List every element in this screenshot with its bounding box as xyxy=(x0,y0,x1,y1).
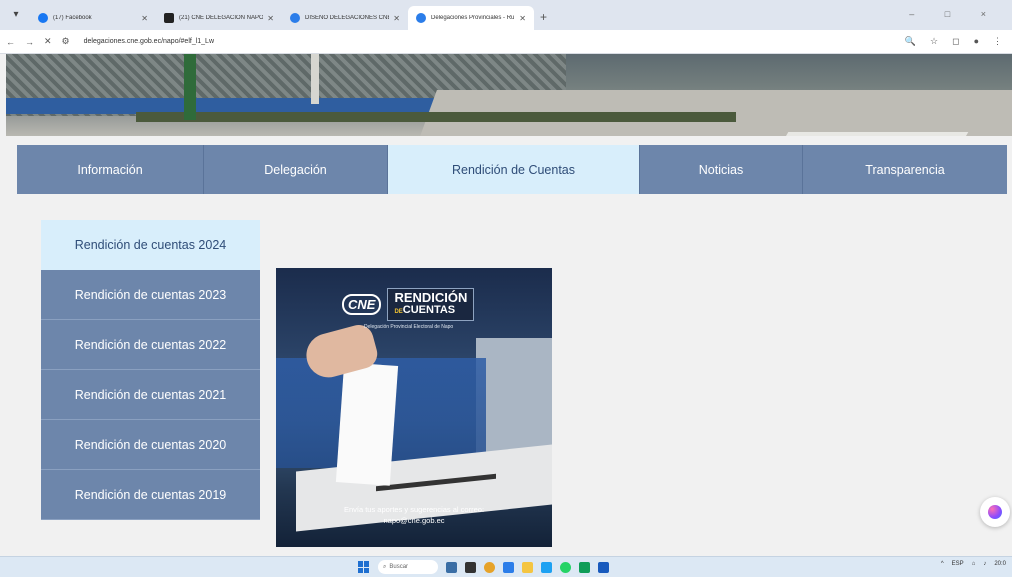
clock[interactable]: 20:0 xyxy=(994,561,1006,567)
nav-item-rendicion-de-cuentas[interactable]: Rendición de Cuentas xyxy=(388,145,640,194)
back-icon[interactable]: ← xyxy=(6,37,15,47)
windows-start-icon[interactable] xyxy=(358,561,370,573)
site-icon xyxy=(416,13,426,23)
profile-icon[interactable]: ● xyxy=(974,36,979,47)
stop-icon[interactable]: ✕ xyxy=(44,36,52,47)
new-tab-button[interactable]: + xyxy=(540,10,547,24)
chevron-up-icon[interactable]: ^ xyxy=(941,561,944,567)
site-info-icon[interactable]: ⚙ xyxy=(62,36,70,47)
tab-menu-icon[interactable]: ▾ xyxy=(8,7,24,23)
extensions-icon[interactable]: ◻ xyxy=(952,36,959,47)
close-icon[interactable]: ✕ xyxy=(519,14,526,23)
main-nav: Información Delegación Rendición de Cuen… xyxy=(17,145,1007,194)
window-controls[interactable]: – □ × xyxy=(909,9,1000,19)
network-icon[interactable]: ⌂ xyxy=(972,561,976,567)
tab-label: Delegaciones Provinciales - Ru xyxy=(431,15,515,21)
hero-banner-image xyxy=(6,54,1012,136)
browser-tab-active[interactable]: Delegaciones Provinciales - Ru ✕ xyxy=(408,6,534,30)
ballot-paper xyxy=(335,362,399,486)
nav-item-delegacion[interactable]: Delegación xyxy=(204,145,388,194)
tab-label: (21) CNE DELEGACION NAPO - xyxy=(179,15,264,21)
taskbar-search-placeholder: Buscar xyxy=(389,564,409,570)
sidebar-item-2024[interactable]: Rendición de cuentas 2024 xyxy=(41,220,260,270)
close-icon[interactable]: ✕ xyxy=(393,14,400,23)
taskbar-search[interactable]: ⌕ Buscar xyxy=(378,560,438,574)
sidebar: Rendición de cuentas 2024 Rendición de c… xyxy=(41,220,260,520)
sidebar-item-2022[interactable]: Rendición de cuentas 2022 xyxy=(41,320,260,370)
sidebar-item-2023[interactable]: Rendición de cuentas 2023 xyxy=(41,270,260,320)
close-icon[interactable]: ✕ xyxy=(267,14,274,23)
poster-logo: CNE RENDICIÓN DECUENTAS xyxy=(342,288,475,321)
app-icon[interactable] xyxy=(579,561,590,573)
whatsapp-icon[interactable] xyxy=(560,561,571,573)
tab-label: DISEÑO DELEGACIONES CNE xyxy=(305,15,390,21)
rendicion-badge: RENDICIÓN DECUENTAS xyxy=(387,288,475,321)
file-explorer-icon[interactable] xyxy=(522,561,533,573)
assistant-icon xyxy=(988,505,1002,519)
bookmark-star-icon[interactable]: ☆ xyxy=(930,36,938,47)
close-icon[interactable]: ✕ xyxy=(141,14,148,23)
language-indicator[interactable]: ESP xyxy=(952,561,964,567)
url-field[interactable]: delegaciones.cne.gob.ec/napo/#elf_l1_Lw xyxy=(84,38,214,45)
address-bar: ← → ✕ ⚙ delegaciones.cne.gob.ec/napo/#el… xyxy=(0,30,1012,54)
browser-tab-bar: ▾ (17) Facebook ✕ (21) CNE DELEGACION NA… xyxy=(0,0,1012,30)
nav-item-informacion[interactable]: Información xyxy=(17,145,204,194)
forward-icon[interactable]: → xyxy=(25,37,34,47)
zoom-icon[interactable]: 🔍 xyxy=(905,36,916,47)
browser-tab[interactable]: (21) CNE DELEGACION NAPO - ✕ xyxy=(156,6,282,30)
site-icon xyxy=(164,13,174,23)
tab-label: (17) Facebook xyxy=(53,15,92,21)
search-icon: ⌕ xyxy=(383,563,387,570)
poster-message: Envía tus aportes y sugerencias al corre… xyxy=(276,504,552,526)
poster-title-de: DE xyxy=(394,309,403,315)
os-taskbar: ⌕ Buscar ^ ESP ⌂ ♪ 20:0 xyxy=(0,556,1012,577)
task-view-icon[interactable] xyxy=(465,561,476,573)
poster-message-line1: Envía tus aportes y sugerencias al corre… xyxy=(343,505,485,514)
edge-icon[interactable] xyxy=(503,561,514,573)
site-icon xyxy=(290,13,300,23)
browser-tab[interactable]: DISEÑO DELEGACIONES CNE ✕ xyxy=(282,6,408,30)
nav-item-noticias[interactable]: Noticias xyxy=(640,145,803,194)
rendicion-poster-image: CNE RENDICIÓN DECUENTAS Delegación Provi… xyxy=(276,268,552,547)
store-icon[interactable] xyxy=(541,561,552,573)
menu-icon[interactable]: ⋮ xyxy=(993,36,1002,47)
assistant-widget-button[interactable] xyxy=(980,497,1010,527)
poster-title-line1: RENDICIÓN xyxy=(394,290,468,305)
poster-email: napo@cne.gob.ec xyxy=(383,516,445,525)
poster-title-line2: CUENTAS xyxy=(402,304,456,316)
browser-tab[interactable]: (17) Facebook ✕ xyxy=(30,6,156,30)
cne-logo: CNE xyxy=(342,294,382,315)
sidebar-item-2019[interactable]: Rendición de cuentas 2019 xyxy=(41,470,260,520)
sidebar-item-2021[interactable]: Rendición de cuentas 2021 xyxy=(41,370,260,420)
facebook-icon xyxy=(38,13,48,23)
poster-subtitle: Delegación Provincial Electoral de Napo xyxy=(364,324,454,330)
word-icon[interactable] xyxy=(598,561,609,573)
chrome-icon[interactable] xyxy=(484,561,495,573)
volume-icon[interactable]: ♪ xyxy=(983,561,986,567)
nav-item-transparencia[interactable]: Transparencia xyxy=(803,145,1007,194)
sidebar-item-2020[interactable]: Rendición de cuentas 2020 xyxy=(41,420,260,470)
widgets-icon[interactable] xyxy=(446,561,457,573)
